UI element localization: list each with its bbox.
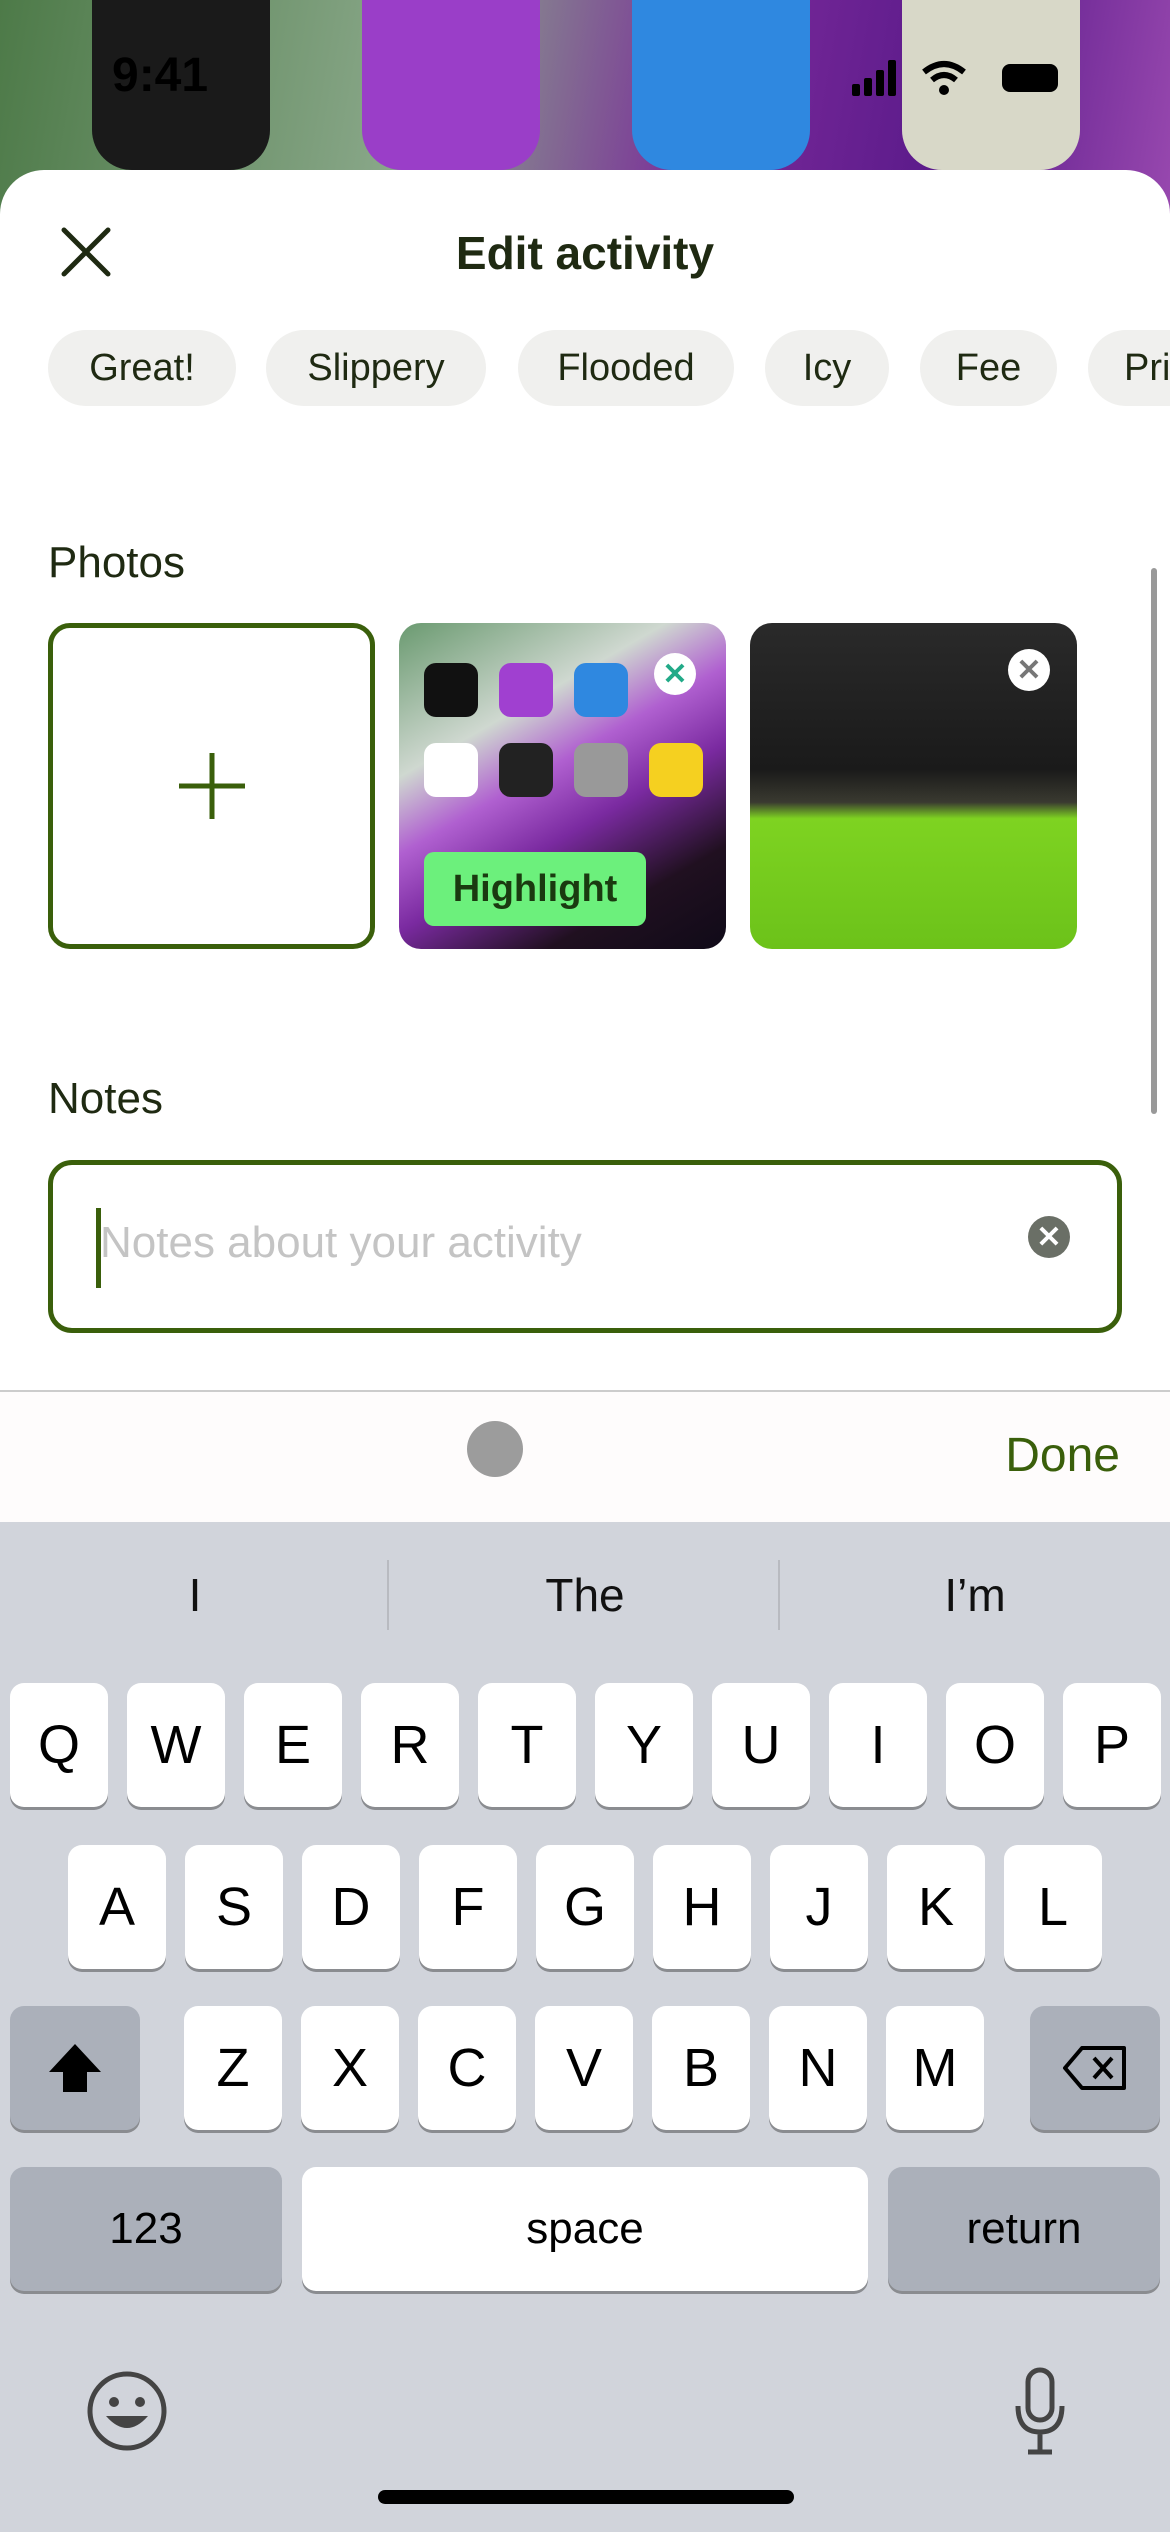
key-f[interactable]: F — [419, 1845, 517, 1969]
photo-content — [424, 663, 478, 717]
space-key[interactable]: space — [302, 2167, 868, 2291]
chip-icy[interactable]: Icy — [765, 330, 889, 406]
done-button[interactable]: Done — [1005, 1428, 1120, 1483]
chip-slippery[interactable]: Slippery — [266, 330, 486, 406]
key-b[interactable]: B — [652, 2006, 750, 2130]
key-j[interactable]: J — [770, 1845, 868, 1969]
key-p[interactable]: P — [1063, 1683, 1161, 1807]
notes-placeholder: Notes about your activity — [100, 1218, 582, 1267]
key-t[interactable]: T — [478, 1683, 576, 1807]
delete-key[interactable] — [1030, 2006, 1160, 2130]
key-q[interactable]: Q — [10, 1683, 108, 1807]
microphone-icon[interactable] — [1010, 2366, 1070, 2456]
remove-photo-icon[interactable]: ✕ — [1008, 649, 1050, 691]
suggestion-1[interactable]: I — [0, 1568, 390, 1622]
signal-icon — [852, 60, 896, 96]
key-o[interactable]: O — [946, 1683, 1044, 1807]
key-a[interactable]: A — [68, 1845, 166, 1969]
key-n[interactable]: N — [769, 2006, 867, 2130]
text-caret — [96, 1208, 101, 1288]
key-s[interactable]: S — [185, 1845, 283, 1969]
home-indicator[interactable] — [378, 2490, 794, 2504]
return-key[interactable]: return — [888, 2167, 1160, 2291]
notes-label: Notes — [48, 1074, 163, 1123]
photo-content — [574, 663, 628, 717]
clear-text-icon[interactable]: ✕ — [1028, 1216, 1070, 1258]
key-r[interactable]: R — [361, 1683, 459, 1807]
app-store-app-icon — [632, 0, 810, 170]
key-k[interactable]: K — [887, 1845, 985, 1969]
chip-great[interactable]: Great! — [48, 330, 236, 406]
wifi-icon — [922, 61, 966, 83]
highlight-badge: Highlight — [424, 852, 646, 926]
photo-content — [499, 743, 553, 797]
key-u[interactable]: U — [712, 1683, 810, 1807]
chip-flooded[interactable]: Flooded — [518, 330, 734, 406]
key-x[interactable]: X — [301, 2006, 399, 2130]
photo-content — [499, 663, 553, 717]
chip-fee[interactable]: Fee — [920, 330, 1057, 406]
photo-content — [424, 743, 478, 797]
chip-pri[interactable]: Pri — [1088, 330, 1170, 406]
podcasts-app-icon — [362, 0, 540, 170]
key-m[interactable]: M — [886, 2006, 984, 2130]
scrollbar[interactable] — [1151, 568, 1157, 1114]
key-l[interactable]: L — [1004, 1845, 1102, 1969]
key-w[interactable]: W — [127, 1683, 225, 1807]
key-y[interactable]: Y — [595, 1683, 693, 1807]
key-z[interactable]: Z — [184, 2006, 282, 2130]
shift-key[interactable] — [10, 2006, 140, 2130]
suggestion-3[interactable]: I’m — [780, 1568, 1170, 1622]
status-time: 9:41 — [112, 49, 209, 102]
battery-icon — [1002, 64, 1058, 92]
photos-label: Photos — [48, 538, 185, 587]
numbers-key[interactable]: 123 — [10, 2167, 282, 2291]
page-title: Edit activity — [455, 227, 715, 279]
key-e[interactable]: E — [244, 1683, 342, 1807]
photo-thumbnail[interactable]: ✕ — [750, 623, 1077, 949]
key-g[interactable]: G — [536, 1845, 634, 1969]
suggestion-divider — [387, 1560, 389, 1630]
backspace-icon — [1063, 2046, 1126, 2090]
photo-content — [649, 743, 703, 797]
cursor-dot-icon — [467, 1421, 523, 1477]
status-icons — [852, 60, 1058, 96]
key-h[interactable]: H — [653, 1845, 751, 1969]
key-v[interactable]: V — [535, 2006, 633, 2130]
shift-icon — [49, 2044, 101, 2092]
photo-content — [574, 743, 628, 797]
key-i[interactable]: I — [829, 1683, 927, 1807]
plus-icon — [178, 753, 245, 819]
key-d[interactable]: D — [302, 1845, 400, 1969]
keyboard-toolbar — [0, 1390, 1170, 1522]
suggestion-2[interactable]: The — [390, 1568, 780, 1622]
emoji-icon[interactable] — [86, 2370, 168, 2452]
remove-photo-icon[interactable]: ✕ — [654, 653, 696, 695]
key-c[interactable]: C — [418, 2006, 516, 2130]
add-photo-button[interactable] — [48, 623, 375, 949]
